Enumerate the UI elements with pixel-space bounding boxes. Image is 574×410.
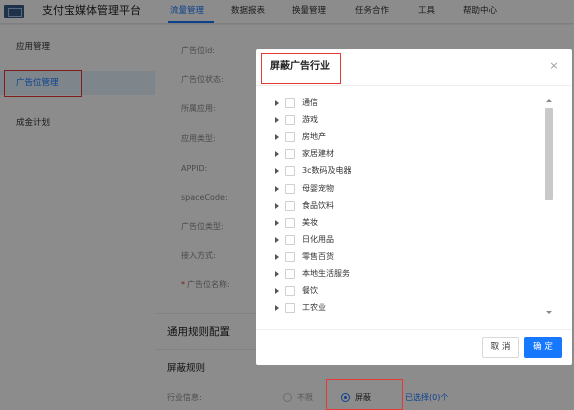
industry-checkbox[interactable]: [285, 115, 295, 126]
expand-caret-icon[interactable]: [275, 288, 279, 295]
industry-label: 房地产: [302, 132, 326, 142]
expand-caret-icon[interactable]: [275, 168, 279, 175]
tree-row[interactable]: 美妆: [270, 215, 544, 232]
tree-row[interactable]: 零售百货: [270, 249, 544, 266]
industry-tree: 通信游戏房地产家居建材 3c数码及电器 母婴宠物食品饮料美妆日化用品零售百货本地生活…: [270, 95, 544, 319]
expand-caret-icon[interactable]: [275, 202, 279, 209]
industry-checkbox[interactable]: [285, 149, 295, 160]
industry-label: 美妆: [302, 217, 318, 227]
modal-header-divider: [256, 85, 572, 86]
industry-checkbox[interactable]: [285, 286, 295, 297]
industry-checkbox[interactable]: [285, 234, 295, 245]
expand-caret-icon[interactable]: [275, 305, 279, 312]
close-icon[interactable]: ×: [548, 59, 560, 73]
expand-caret-icon[interactable]: [275, 134, 279, 141]
industry-label: 工农业: [302, 303, 326, 313]
expand-caret-icon[interactable]: [275, 236, 279, 243]
block-industry-modal: 屏蔽广告行业 × 通信游戏房地产家居建材 3c数码及电器 母婴宠物食品饮料美妆日化用…: [256, 49, 572, 365]
tree-row[interactable]: 母婴宠物: [270, 181, 544, 198]
industry-label: 家居建材: [302, 149, 334, 159]
tree-scrollbar[interactable]: [545, 96, 553, 318]
modal-footer-divider: [256, 329, 572, 330]
tree-row[interactable]: 食品饮料: [270, 198, 544, 215]
expand-caret-icon[interactable]: [275, 185, 279, 192]
industry-checkbox[interactable]: [285, 200, 295, 211]
expand-caret-icon[interactable]: [275, 151, 279, 158]
industry-label: 本地生活服务: [302, 269, 350, 278]
scroll-down-icon[interactable]: [546, 311, 552, 314]
tree-row[interactable]: 本地生活服务: [270, 266, 544, 283]
industry-checkbox[interactable]: [285, 166, 295, 177]
tree-row[interactable]: 工农业: [270, 300, 544, 317]
industry-checkbox[interactable]: [285, 132, 295, 143]
industry-checkbox[interactable]: [285, 183, 295, 194]
industry-label: 日化用品: [302, 234, 334, 244]
tree-row[interactable]: 游戏: [270, 112, 544, 129]
cancel-button[interactable]: 取 消: [482, 337, 519, 358]
ok-button[interactable]: 确 定: [524, 337, 562, 358]
industry-checkbox[interactable]: [285, 251, 295, 262]
expand-caret-icon[interactable]: [275, 100, 279, 106]
industry-label: 游戏: [302, 115, 318, 125]
industry-checkbox[interactable]: [285, 269, 295, 279]
industry-checkbox[interactable]: [285, 303, 295, 314]
industry-label: 零售百货: [302, 251, 334, 261]
industry-label: 通信: [302, 98, 318, 107]
expand-caret-icon[interactable]: [275, 271, 279, 277]
tree-row[interactable]: 房地产: [270, 129, 544, 146]
tree-row[interactable]: 家居建材: [270, 146, 544, 163]
tree-row[interactable]: 3c数码及电器: [270, 163, 544, 180]
industry-label: 母婴宠物: [302, 183, 334, 193]
industry-label: 餐饮: [302, 286, 318, 296]
expand-caret-icon[interactable]: [275, 219, 279, 226]
scrollbar-thumb[interactable]: [545, 108, 553, 200]
expand-caret-icon[interactable]: [275, 117, 279, 124]
expand-caret-icon[interactable]: [275, 253, 279, 260]
industry-label: 3c数码及电器: [302, 166, 352, 176]
tree-row[interactable]: 通信: [270, 95, 544, 112]
industry-checkbox[interactable]: [285, 217, 295, 228]
industry-label: 食品饮料: [302, 200, 334, 210]
tree-row[interactable]: 餐饮: [270, 283, 544, 300]
industry-checkbox[interactable]: [285, 98, 295, 108]
modal-title: 屏蔽广告行业: [270, 61, 330, 72]
scroll-up-icon[interactable]: [546, 99, 552, 102]
tree-row[interactable]: 日化用品: [270, 232, 544, 249]
